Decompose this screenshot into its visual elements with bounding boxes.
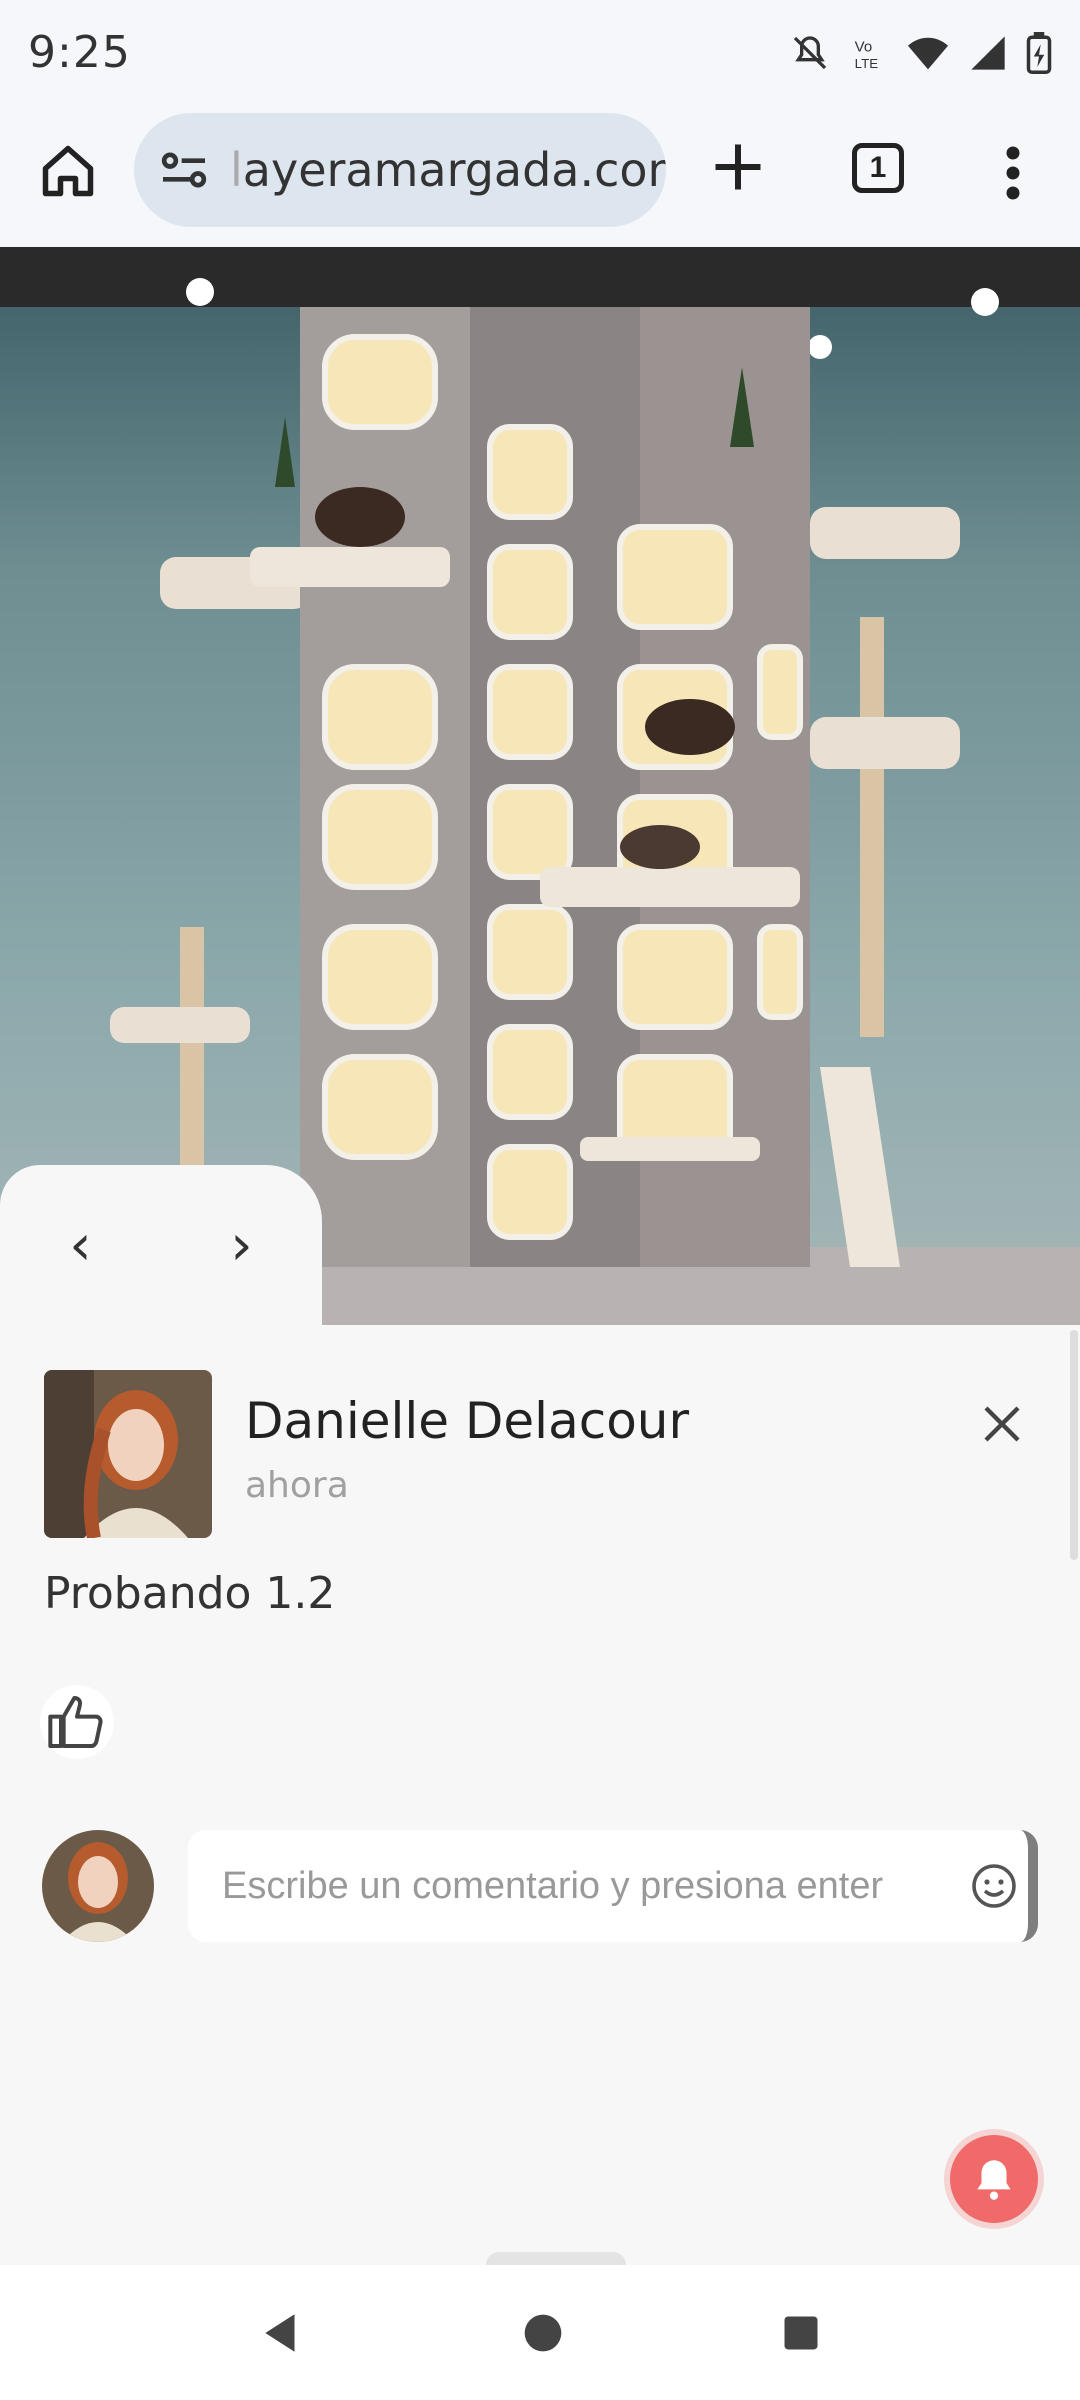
status-time: 9:25 xyxy=(28,27,131,78)
current-user-portrait xyxy=(42,1830,154,1942)
image-navigation: ‹ › xyxy=(0,1165,322,1325)
close-icon[interactable] xyxy=(978,1400,1026,1448)
post-timestamp: ahora xyxy=(245,1465,349,1506)
tab-switcher-button[interactable]: 1 xyxy=(852,143,904,193)
thumbs-up-icon xyxy=(48,1696,103,1748)
volte-icon: Vo LTE xyxy=(855,38,879,71)
recents-icon[interactable] xyxy=(779,2311,823,2355)
home-circle-icon[interactable] xyxy=(521,2311,565,2355)
url-domain: ayeramargada.com xyxy=(242,143,666,197)
next-image-button[interactable]: › xyxy=(230,1213,252,1278)
svg-text:Vo: Vo xyxy=(855,38,873,55)
system-nav-bar xyxy=(0,2265,1080,2400)
author-name[interactable]: Danielle Delacour xyxy=(245,1392,689,1450)
bell-icon xyxy=(977,2160,1011,2200)
post-image[interactable] xyxy=(0,247,1080,1325)
author-portrait xyxy=(44,1370,212,1538)
comment-box xyxy=(188,1830,1038,1942)
current-user-avatar xyxy=(42,1830,154,1942)
previous-image-button[interactable]: ‹ xyxy=(69,1213,91,1278)
author-avatar[interactable] xyxy=(44,1370,212,1538)
emoji-icon[interactable] xyxy=(970,1862,1018,1910)
site-settings-icon[interactable] xyxy=(156,142,212,198)
url-faded-prefix: l xyxy=(230,143,243,197)
like-button[interactable] xyxy=(40,1685,114,1759)
cat-tower-illustration xyxy=(0,247,1080,1325)
browser-toolbar: layeramargada.com 1 xyxy=(0,105,1080,247)
mute-icon xyxy=(793,35,827,69)
svg-text:LTE: LTE xyxy=(855,56,879,71)
battery-icon xyxy=(1026,31,1052,74)
page-scrollbar[interactable] xyxy=(1070,1330,1078,1560)
url-text: layeramargada.com xyxy=(230,143,666,197)
more-menu-icon[interactable] xyxy=(995,143,1031,203)
new-tab-icon[interactable] xyxy=(708,137,768,197)
notification-button[interactable] xyxy=(950,2135,1038,2223)
post-text: Probando 1.2 xyxy=(44,1568,336,1619)
status-bar: 9:25 Vo LTE xyxy=(0,0,1080,105)
back-icon[interactable] xyxy=(257,2308,307,2358)
wifi-icon xyxy=(908,37,948,69)
signal-icon xyxy=(971,35,1005,70)
home-icon[interactable] xyxy=(38,141,98,201)
comment-input[interactable] xyxy=(220,1863,960,1909)
status-icons: Vo LTE xyxy=(790,31,1052,74)
url-bar[interactable]: layeramargada.com xyxy=(134,113,666,227)
